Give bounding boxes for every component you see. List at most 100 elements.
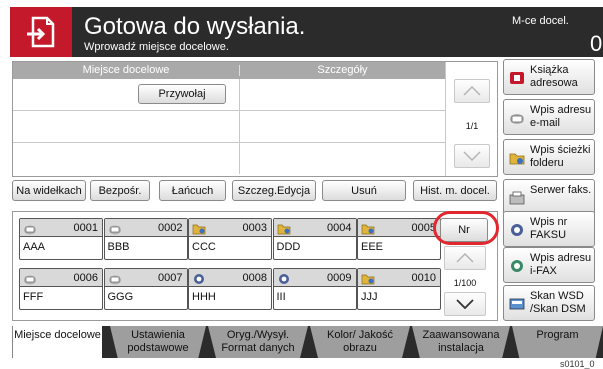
direct-button[interactable]: Bezpośr. [90,180,150,201]
col-details: Szczegóły [317,64,368,76]
entry-name: BBB [107,241,130,253]
screen-code: s0101_0 [560,359,595,369]
recall-button[interactable]: Przywołaj [138,84,226,104]
ifax-icon [277,272,291,290]
chain-button[interactable]: Łańcuch [159,180,226,201]
address-entry-tile[interactable]: 0001 AAA [19,218,103,260]
entry-name: FFF [23,291,44,303]
folder-icon [192,222,206,240]
chevron-up-icon [463,86,481,96]
entry-name: AAA [23,241,46,253]
entry-number: 0001 [73,222,98,234]
fax-server-button[interactable]: Serwer faks. [503,179,595,215]
entry-number: 0008 [242,272,267,284]
address-entry-tile[interactable]: 0002 BBB [103,218,188,260]
status-subtitle: Wprowadź miejsce docelowe. [84,41,229,53]
entry-number: 0006 [73,272,98,284]
address-book-icon [509,71,525,88]
destination-table-header: Miejsce docelowe Szczegóły [13,62,445,79]
chevron-down-icon [456,299,474,309]
bottom-tab-bar: Miejsce docelowe Ustawienia podstawowe O… [12,326,603,358]
tab-destination[interactable]: Miejsce docelowe [12,326,102,358]
entry-name: III [276,291,286,303]
entry-name: HHH [192,291,216,303]
destination-row[interactable] [13,79,445,111]
address-entry-tile[interactable]: 0008 HHH [188,268,272,310]
scroll-up-button[interactable] [454,79,490,103]
destination-history-button[interactable]: Hist. m. docel. [413,180,497,201]
destination-count-label: M-ce docel. [512,15,569,27]
entry-name: JJJ [361,291,378,303]
address-book-label: Książka adresowa [530,64,578,89]
tab-advanced-setup[interactable]: Zaawansowana instalacja [412,326,510,358]
header-bar: Gotowa do wysłania. Wprowadź miejsce doc… [10,7,603,57]
tab-original-send-format[interactable]: Oryg./Wysył. Format danych [208,326,308,358]
fax-number-button[interactable]: Wpis nr FAKSU [503,211,595,247]
email-icon [108,272,122,290]
email-entry-label: Wpis adresu e-mail [530,104,592,129]
entry-name: CCC [192,241,216,253]
on-hook-button[interactable]: Na widełkach [12,180,86,201]
book-scroll-up-button[interactable] [444,246,486,270]
delete-button[interactable]: Usuń [322,180,406,201]
wsd-scan-button[interactable]: Skan WSD /Skan DSM [503,285,595,321]
entry-number: 0010 [411,272,436,284]
entry-number: 0003 [242,222,267,234]
address-entry-tile[interactable]: 0004 DDD [272,218,357,260]
scroll-down-button[interactable] [454,144,490,168]
address-entry-tile[interactable]: 0010 JJJ [357,268,441,310]
tab-basic-settings[interactable]: Ustawienia podstawowe [110,326,206,358]
address-entry-tile[interactable]: 0009 III [272,268,357,310]
email-entry-button[interactable]: Wpis adresu e-mail [503,99,595,135]
folder-entry-button[interactable]: Wpis ścieżki folderu [503,139,595,175]
folder-icon [277,222,291,240]
book-scroll-down-button[interactable] [444,292,486,316]
wsd-scan-icon [509,297,525,314]
email-icon [509,111,525,128]
highlight-circle [433,211,499,245]
entry-number: 0002 [158,222,183,234]
address-book-panel: 0001 AAA 0002 BBB 0003 CCC 0004 DDD 0005 EEE 0006 F… [12,211,498,321]
folder-entry-label: Wpis ścieżki folderu [530,144,591,169]
entry-number: 0004 [327,222,352,234]
fax-number-label: Wpis nr FAKSU [530,216,568,241]
destination-scroll: 1/1 [445,62,497,176]
email-icon [23,272,37,290]
ifax-entry-label: Wpis adresu i-FAX [530,252,592,277]
folder-icon [361,222,375,240]
address-entry-tile[interactable]: 0007 GGG [103,268,188,310]
fax-icon [509,223,525,240]
ifax-icon [192,272,206,290]
folder-icon [361,272,375,290]
detail-edit-button[interactable]: Szczeg.Edycja [232,180,316,201]
fax-server-icon [509,191,525,208]
address-book-button[interactable]: Książka adresowa [503,59,595,95]
col-destination: Miejsce docelowe [82,64,170,76]
destination-page-indicator: 1/1 [465,121,479,131]
send-status-icon [10,7,72,57]
entry-name: EEE [361,241,384,253]
email-icon [108,222,122,240]
fax-server-label: Serwer faks. [530,184,592,196]
address-entry-tile[interactable]: 0003 CCC [188,218,272,260]
chevron-up-icon [456,253,474,263]
destination-count: 0 [590,31,603,56]
chevron-down-icon [463,151,481,161]
address-entry-tile[interactable]: 0005 EEE [357,218,441,260]
book-page-indicator: 1/100 [453,278,477,288]
destination-row[interactable] [13,143,445,175]
destination-row[interactable] [13,111,445,143]
ifax-entry-button[interactable]: Wpis adresu i-FAX [503,247,595,283]
folder-icon [509,151,525,168]
entry-name: DDD [276,241,301,253]
tab-color-quality[interactable]: Kolor/ Jakość obrazu [310,326,410,358]
entry-number: 0009 [327,272,352,284]
email-icon [23,222,37,240]
tab-program[interactable]: Program [512,326,603,358]
destination-table: Miejsce docelowe Szczegóły Przywołaj 1/1 [12,61,498,177]
status-title: Gotowa do wysłania. [84,13,306,40]
address-entry-tile[interactable]: 0006 FFF [19,268,103,310]
entry-number: 0007 [158,272,183,284]
ifax-icon [509,259,525,276]
entry-name: GGG [107,291,134,303]
